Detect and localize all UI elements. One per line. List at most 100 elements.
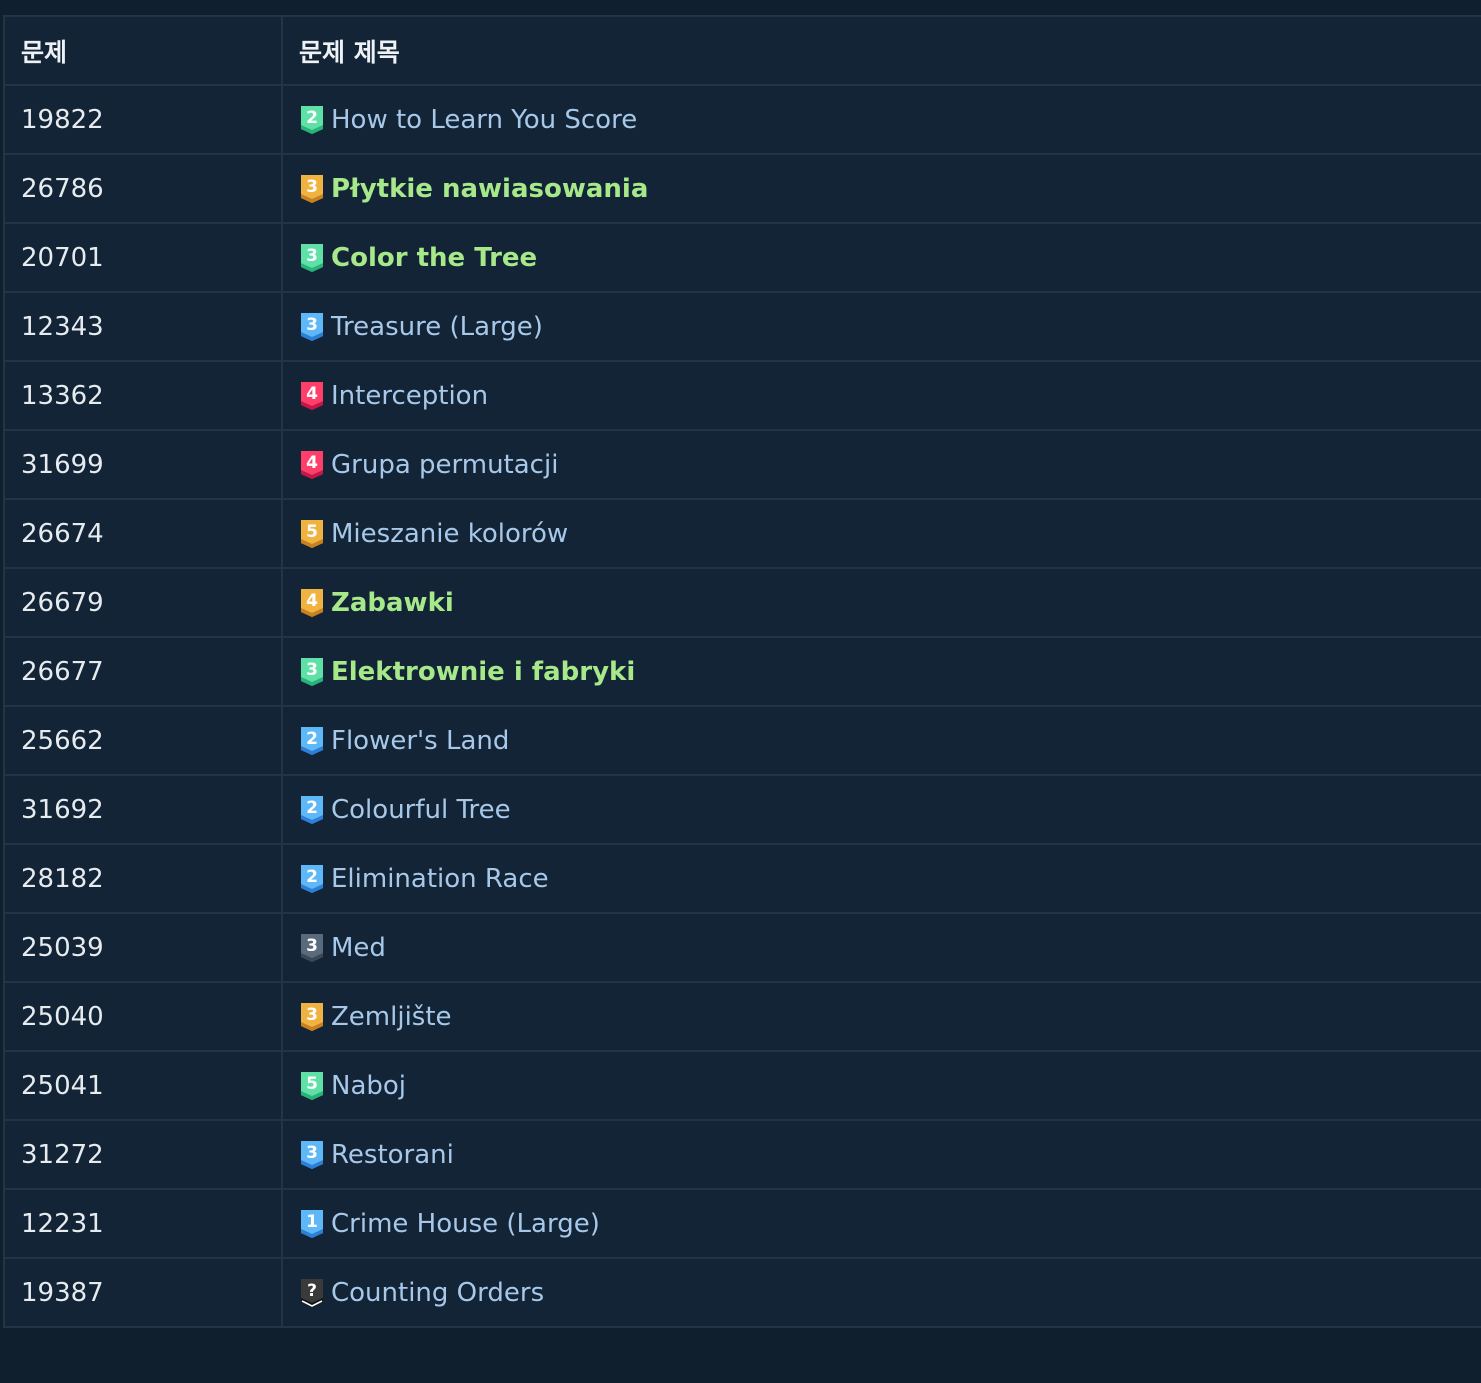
problem-title-container: 3 Med bbox=[299, 932, 1481, 964]
problem-title-link[interactable]: Flower's Land bbox=[331, 726, 509, 756]
problem-id[interactable]: 31692 bbox=[3, 774, 283, 845]
problem-title-cell: 2 Elimination Race bbox=[281, 843, 1481, 914]
tier-badge-icon: 2 bbox=[301, 105, 323, 134]
problem-title-link[interactable]: How to Learn You Score bbox=[331, 105, 637, 135]
problem-id[interactable]: 25039 bbox=[3, 912, 283, 983]
problem-title-container: 3 Restorani bbox=[299, 1139, 1481, 1171]
problem-title-cell: 5 Naboj bbox=[281, 1050, 1481, 1121]
table-row: 25039 3 Med bbox=[3, 912, 1481, 983]
problem-id[interactable]: 31272 bbox=[3, 1119, 283, 1190]
tier-badge-icon: 2 bbox=[301, 726, 323, 755]
problem-id[interactable]: 25041 bbox=[3, 1050, 283, 1121]
problem-id[interactable]: 12343 bbox=[3, 291, 283, 362]
problem-title-link[interactable]: Mieszanie kolorów bbox=[331, 519, 568, 549]
problem-title-link[interactable]: Płytkie nawiasowania bbox=[331, 174, 648, 204]
problem-title-link[interactable]: Interception bbox=[331, 381, 488, 411]
table-header-row: 문제 문제 제목 bbox=[3, 15, 1481, 86]
tier-level-label: 2 bbox=[306, 108, 318, 128]
problem-title-container: 3 Elektrownie i fabryki bbox=[299, 656, 1481, 688]
problem-id[interactable]: 28182 bbox=[3, 843, 283, 914]
problem-id[interactable]: 19387 bbox=[3, 1257, 283, 1328]
table-row: 25662 2 Flower's Land bbox=[3, 705, 1481, 776]
tier-badge-icon: 3 bbox=[301, 657, 323, 686]
problem-title-cell: 3 Med bbox=[281, 912, 1481, 983]
problem-title-link[interactable]: Zemljište bbox=[331, 1002, 452, 1032]
problem-id[interactable]: 26679 bbox=[3, 567, 283, 638]
problem-title-container: 3 Płytkie nawiasowania bbox=[299, 173, 1481, 205]
problem-title-link[interactable]: Zabawki bbox=[331, 588, 454, 618]
table-row: 25041 5 Naboj bbox=[3, 1050, 1481, 1121]
table-row: 31699 4 Grupa permutacji bbox=[3, 429, 1481, 500]
problem-title-cell: 4 Interception bbox=[281, 360, 1481, 431]
problem-id[interactable]: 26677 bbox=[3, 636, 283, 707]
problem-title-cell: 4 Grupa permutacji bbox=[281, 429, 1481, 500]
problem-title-link[interactable]: Elimination Race bbox=[331, 864, 549, 894]
tier-level-label: 3 bbox=[306, 660, 318, 680]
tier-level-label: 2 bbox=[306, 798, 318, 818]
problem-title-cell: 3 Elektrownie i fabryki bbox=[281, 636, 1481, 707]
table-row: 26786 3 Płytkie nawiasowania bbox=[3, 153, 1481, 224]
tier-level-label: 5 bbox=[306, 1074, 318, 1094]
problem-title-cell: 1 Crime House (Large) bbox=[281, 1188, 1481, 1259]
problem-title-link[interactable]: Treasure (Large) bbox=[331, 312, 543, 342]
table-row: 26677 3 Elektrownie i fabryki bbox=[3, 636, 1481, 707]
problem-title-cell: 2 Colourful Tree bbox=[281, 774, 1481, 845]
problem-title-link[interactable]: Grupa permutacji bbox=[331, 450, 558, 480]
problem-title-cell: 4 Zabawki bbox=[281, 567, 1481, 638]
problem-title-link[interactable]: Counting Orders bbox=[331, 1278, 544, 1308]
tier-level-label: ? bbox=[307, 1281, 317, 1301]
problem-title-container: 4 Grupa permutacji bbox=[299, 449, 1481, 481]
problem-title-container: 3 Treasure (Large) bbox=[299, 311, 1481, 343]
problem-title-container: 5 Naboj bbox=[299, 1070, 1481, 1102]
problem-id[interactable]: 25662 bbox=[3, 705, 283, 776]
tier-badge-icon: 5 bbox=[301, 519, 323, 548]
problem-title-cell: 3 Zemljište bbox=[281, 981, 1481, 1052]
tier-level-label: 1 bbox=[306, 1212, 318, 1232]
problem-title-link[interactable]: Color the Tree bbox=[331, 243, 537, 273]
problem-title-container: 2 How to Learn You Score bbox=[299, 104, 1481, 136]
problem-title-container: 1 Crime House (Large) bbox=[299, 1208, 1481, 1240]
column-header-problem-title[interactable]: 문제 제목 bbox=[281, 15, 1481, 86]
problem-title-cell: ? Counting Orders bbox=[281, 1257, 1481, 1328]
problem-title-container: 5 Mieszanie kolorów bbox=[299, 518, 1481, 550]
tier-badge-icon: 4 bbox=[301, 588, 323, 617]
problem-id[interactable]: 26786 bbox=[3, 153, 283, 224]
problem-title-container: 2 Flower's Land bbox=[299, 725, 1481, 757]
problem-id[interactable]: 20701 bbox=[3, 222, 283, 293]
problem-title-link[interactable]: Elektrownie i fabryki bbox=[331, 657, 635, 687]
problem-id[interactable]: 12231 bbox=[3, 1188, 283, 1259]
problem-id[interactable]: 25040 bbox=[3, 981, 283, 1052]
table-row: 28182 2 Elimination Race bbox=[3, 843, 1481, 914]
problem-id[interactable]: 13362 bbox=[3, 360, 283, 431]
problem-title-cell: 3 Treasure (Large) bbox=[281, 291, 1481, 362]
problem-title-container: 4 Zabawki bbox=[299, 587, 1481, 619]
table-row: 31692 2 Colourful Tree bbox=[3, 774, 1481, 845]
table-row: 26679 4 Zabawki bbox=[3, 567, 1481, 638]
problem-id[interactable]: 26674 bbox=[3, 498, 283, 569]
table-row: 12231 1 Crime House (Large) bbox=[3, 1188, 1481, 1259]
tier-level-label: 2 bbox=[306, 729, 318, 749]
tier-badge-icon: 3 bbox=[301, 1002, 323, 1031]
table-row: 31272 3 Restorani bbox=[3, 1119, 1481, 1190]
problem-id[interactable]: 31699 bbox=[3, 429, 283, 500]
tier-badge-icon: 1 bbox=[301, 1209, 323, 1238]
problem-list: 문제 문제 제목 19822 2 How to Learn You Score 267… bbox=[3, 15, 1481, 1328]
problem-title-link[interactable]: Restorani bbox=[331, 1140, 454, 1170]
problem-title-cell: 3 Płytkie nawiasowania bbox=[281, 153, 1481, 224]
problem-title-cell: 3 Color the Tree bbox=[281, 222, 1481, 293]
tier-level-label: 3 bbox=[306, 177, 318, 197]
problem-title-link[interactable]: Naboj bbox=[331, 1071, 406, 1101]
tier-badge-icon: 5 bbox=[301, 1071, 323, 1100]
problem-title-cell: 2 How to Learn You Score bbox=[281, 84, 1481, 155]
table-row: 19387? Counting Orders bbox=[3, 1257, 1481, 1328]
problem-title-link[interactable]: Colourful Tree bbox=[331, 795, 511, 825]
problem-title-link[interactable]: Med bbox=[331, 933, 386, 963]
problem-title-container: ? Counting Orders bbox=[299, 1277, 1481, 1309]
tier-level-label: 3 bbox=[306, 936, 318, 956]
problem-title-container: 4 Interception bbox=[299, 380, 1481, 412]
problem-title-link[interactable]: Crime House (Large) bbox=[331, 1209, 600, 1239]
column-header-problem-id[interactable]: 문제 bbox=[3, 15, 283, 86]
tier-level-label: 2 bbox=[306, 867, 318, 887]
table-row: 19822 2 How to Learn You Score bbox=[3, 84, 1481, 155]
problem-id[interactable]: 19822 bbox=[3, 84, 283, 155]
